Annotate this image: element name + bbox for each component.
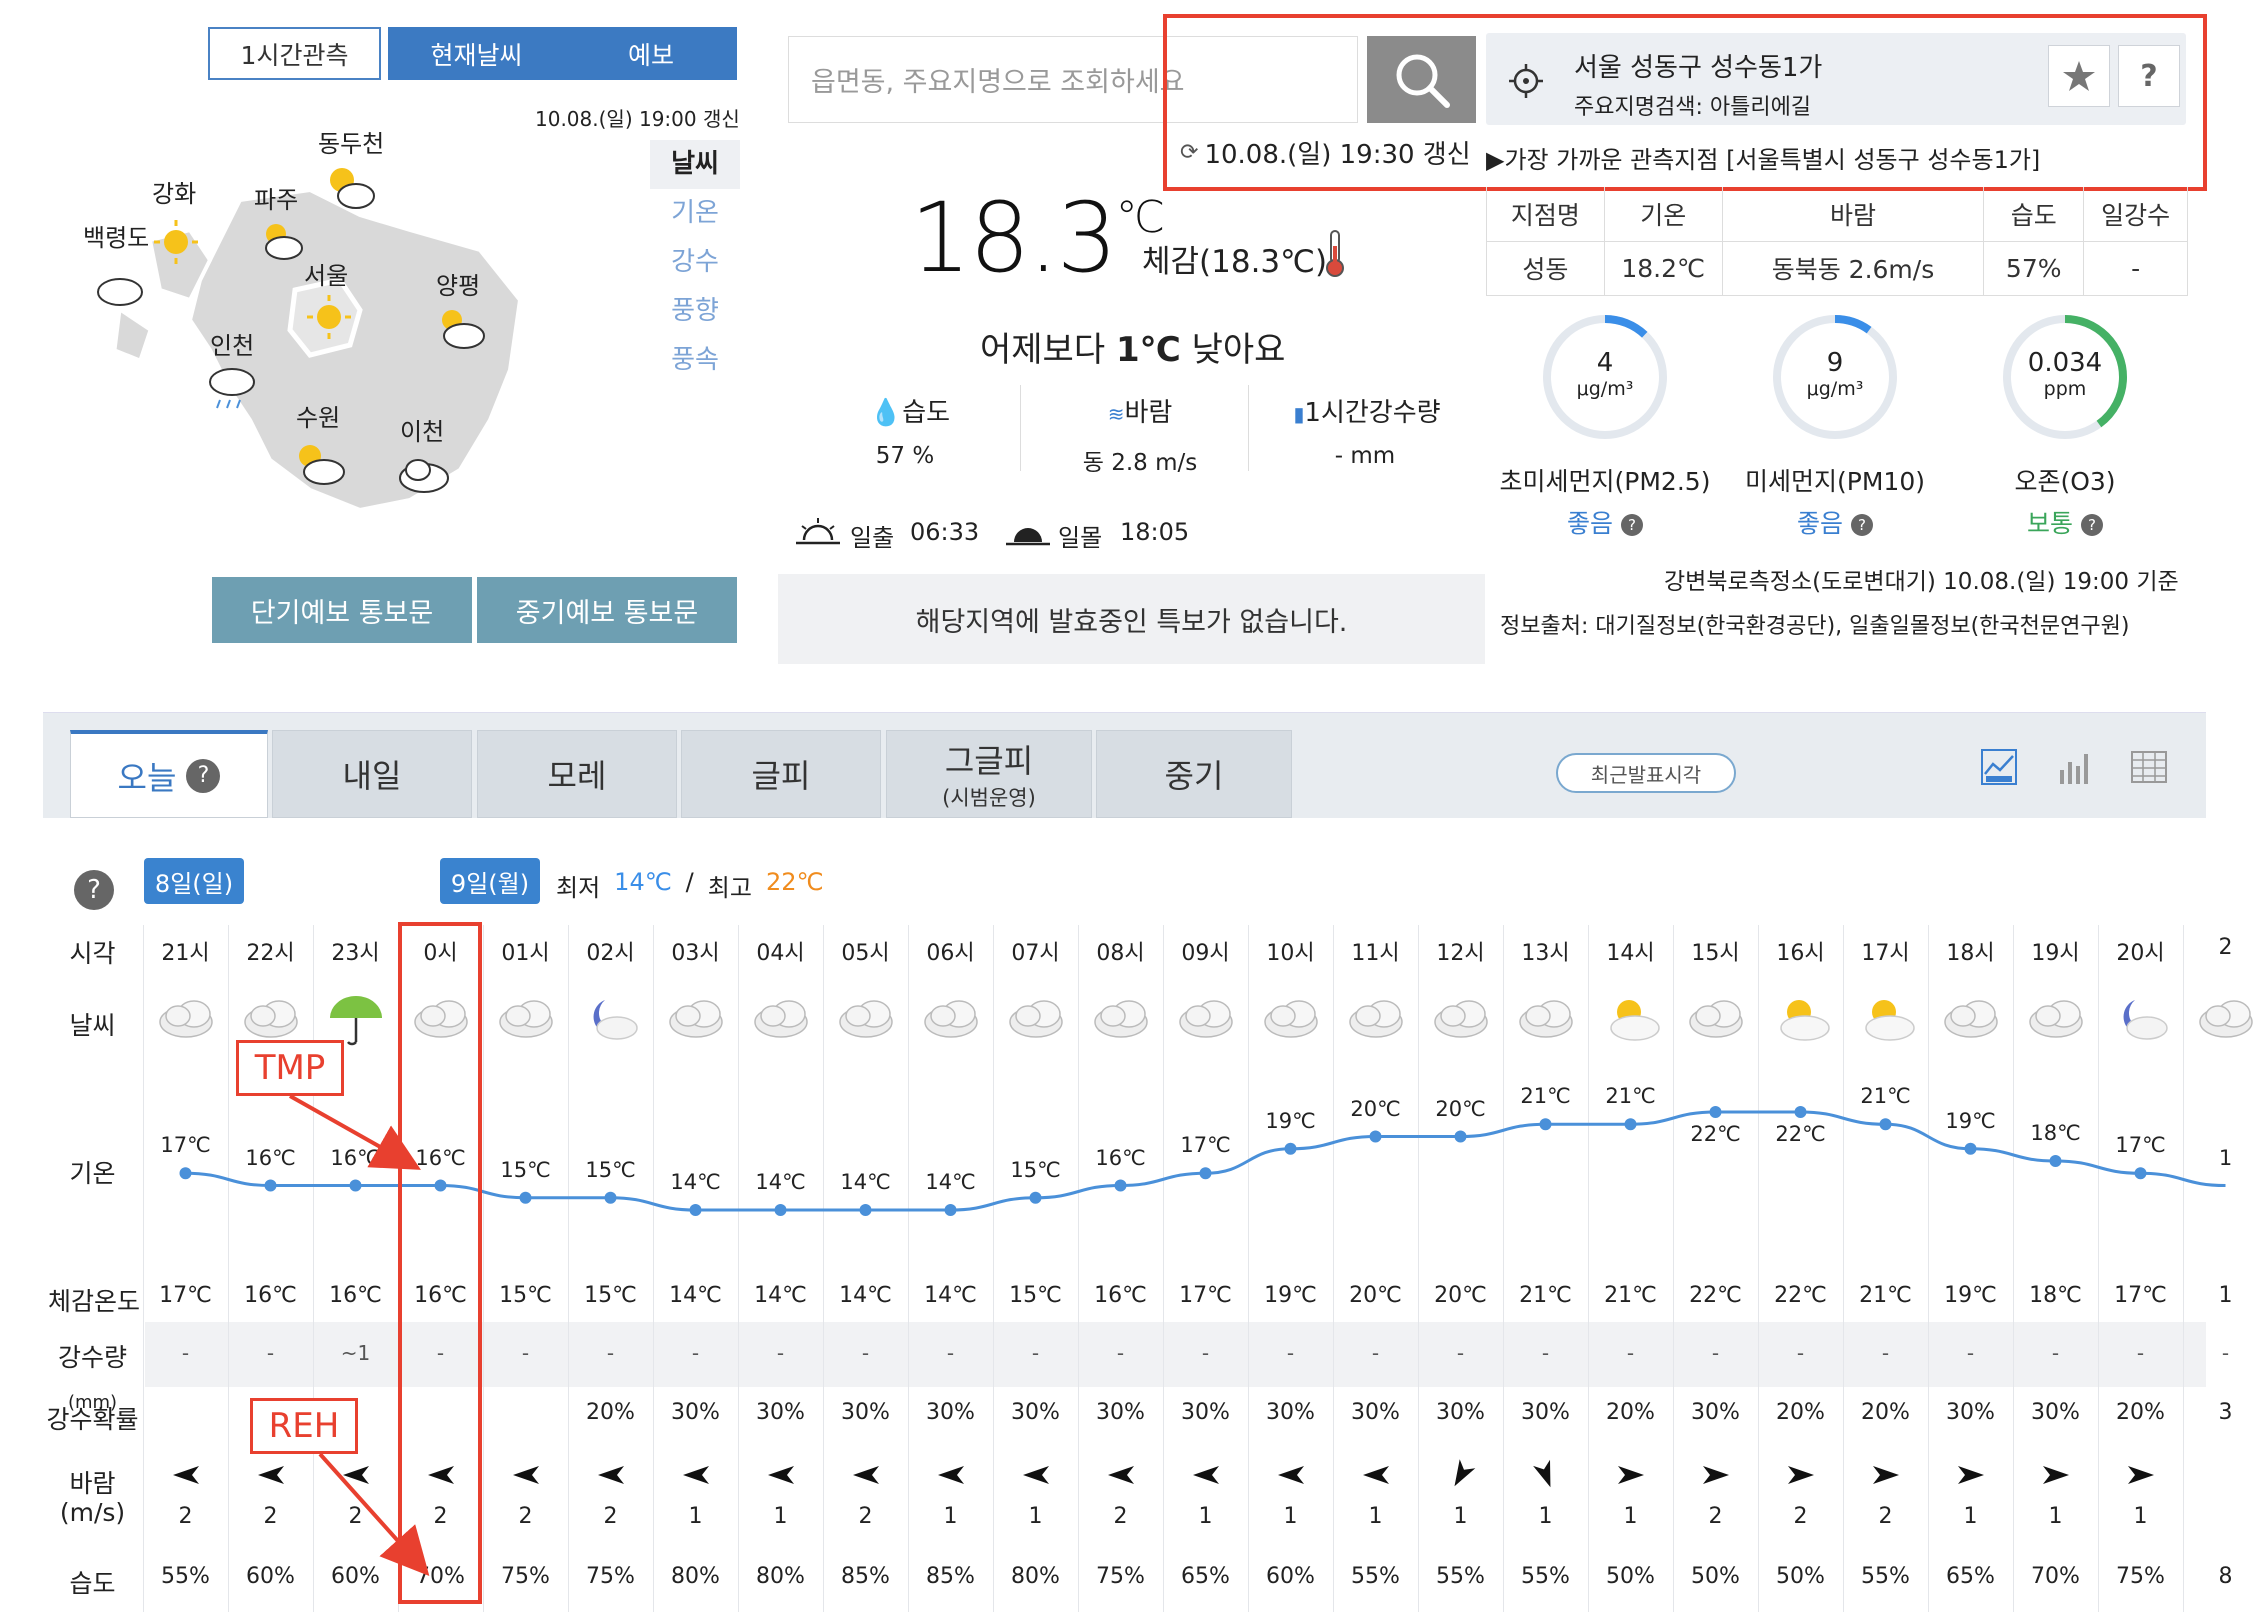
annotation-arrows: [289, 1094, 430, 1576]
